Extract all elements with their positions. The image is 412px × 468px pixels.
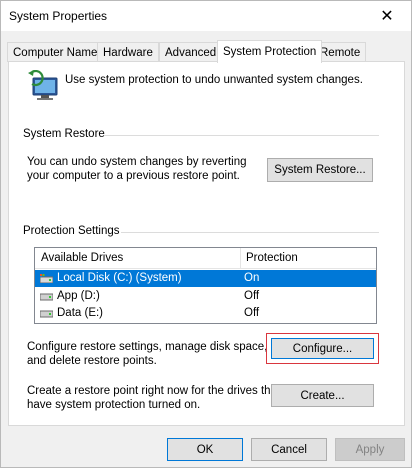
drive-row-d[interactable]: App (D:) Off <box>35 288 376 305</box>
tab-strip: Computer Name Hardware Advanced System P… <box>7 40 407 63</box>
window-title: System Properties <box>9 9 108 23</box>
protection-settings-group-label: Protection Settings <box>23 225 124 237</box>
drive-icon <box>40 310 53 318</box>
tab-computer-name[interactable]: Computer Name <box>7 42 104 62</box>
column-header-available-drives[interactable]: Available Drives <box>41 252 123 264</box>
drive-protection-status: Off <box>244 290 260 302</box>
system-properties-window: System Properties ✕ Computer Name Hardwa… <box>0 0 412 468</box>
drive-name: App (D:) <box>57 290 100 302</box>
intro-text: Use system protection to undo unwanted s… <box>65 74 363 86</box>
ok-button[interactable]: OK <box>167 438 243 461</box>
configure-description: Configure restore settings, manage disk … <box>27 341 268 367</box>
protection-settings-divider <box>121 232 379 233</box>
tab-advanced[interactable]: Advanced <box>159 42 223 62</box>
drive-row-e[interactable]: Data (E:) Off <box>35 305 376 322</box>
system-protection-panel: Use system protection to undo unwanted s… <box>8 61 405 426</box>
column-header-protection[interactable]: Protection <box>246 252 298 264</box>
tab-system-protection[interactable]: System Protection <box>217 40 323 63</box>
close-icon: ✕ <box>380 8 394 25</box>
drives-list[interactable]: Available Drives Protection Local Disk (… <box>34 247 377 324</box>
configure-button[interactable]: Configure... <box>271 338 374 359</box>
system-restore-group-label: System Restore <box>23 128 109 140</box>
apply-button[interactable]: Apply <box>335 438 405 461</box>
drive-protection-status: On <box>244 272 260 284</box>
drive-protection-status: Off <box>244 307 260 319</box>
tab-hardware[interactable]: Hardware <box>97 42 159 62</box>
system-drive-icon <box>40 274 53 283</box>
system-restore-divider <box>104 135 379 136</box>
system-restore-description: You can undo system changes by reverting… <box>27 156 247 182</box>
drive-name: Data (E:) <box>57 307 104 319</box>
system-restore-button[interactable]: System Restore... <box>267 158 373 182</box>
create-button[interactable]: Create... <box>271 384 374 407</box>
title-bar: System Properties ✕ <box>1 1 411 31</box>
cancel-button[interactable]: Cancel <box>251 438 327 461</box>
column-separator[interactable] <box>240 248 241 269</box>
drives-list-header: Available Drives Protection <box>35 248 376 269</box>
drive-name: Local Disk (C:) (System) <box>57 272 182 284</box>
drive-icon <box>40 293 53 301</box>
close-button[interactable]: ✕ <box>365 1 409 31</box>
drive-row-c[interactable]: Local Disk (C:) (System) On <box>35 270 376 287</box>
computer-shield-icon <box>28 70 58 100</box>
create-description: Create a restore point right now for the… <box>27 385 281 411</box>
